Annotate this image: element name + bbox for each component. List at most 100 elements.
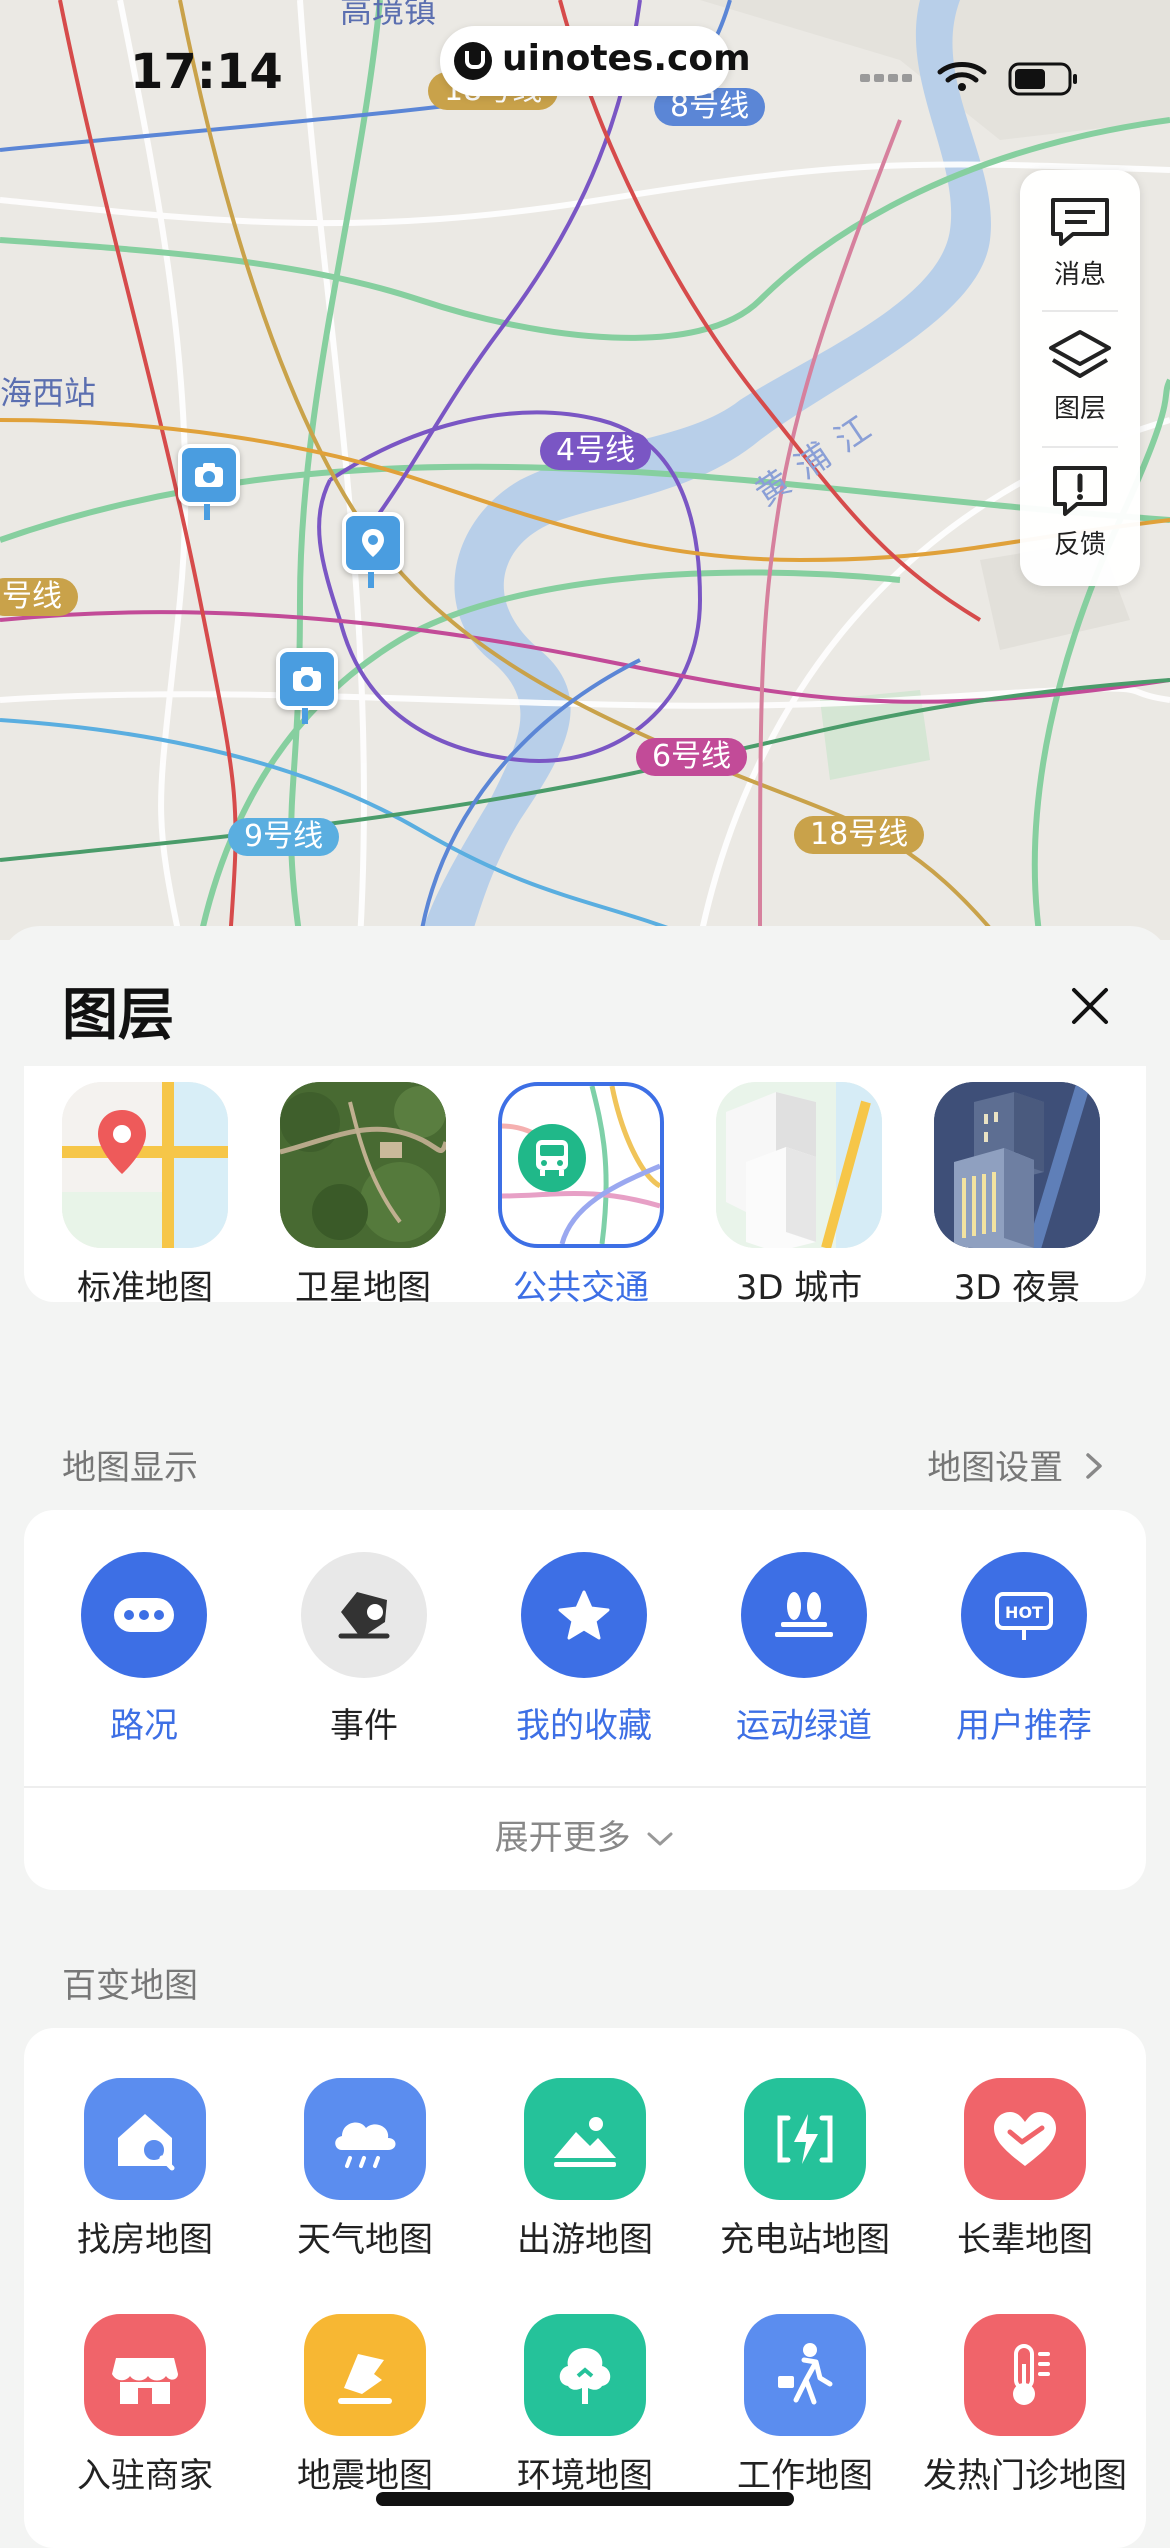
feedback-icon — [1053, 466, 1107, 516]
place-label-gaojing: 高境镇 — [340, 0, 437, 30]
variety-label: 工作地图 — [737, 2456, 873, 2496]
variety-label: 环境地图 — [517, 2456, 653, 2496]
variety-elder[interactable]: 长辈地图 — [920, 2078, 1130, 2261]
metro-line-label: 号线 — [0, 578, 78, 616]
map-type-card: 标准地图 卫星地图 公共交通 3D 城市 3D 夜景 — [24, 1066, 1146, 1308]
earthquake-icon — [304, 2314, 426, 2436]
url-pill[interactable]: uinotes.com — [440, 26, 751, 96]
messages-label: 消息 — [1053, 260, 1106, 290]
event-icon — [301, 1552, 427, 1678]
chevron-right-icon — [1086, 1453, 1102, 1479]
variety-work[interactable]: 工作地图 — [700, 2314, 910, 2497]
variety-label: 出游地图 — [517, 2220, 653, 2260]
public-transit-thumb — [498, 1082, 664, 1248]
variety-label: 充电站地图 — [720, 2220, 890, 2260]
charging-icon — [744, 2078, 866, 2200]
feedback-label: 反馈 — [1053, 530, 1106, 560]
variety-house[interactable]: 找房地图 — [40, 2078, 250, 2261]
variety-store[interactable]: 入驻商家 — [40, 2314, 250, 2497]
greenway-icon — [741, 1552, 867, 1678]
travel-icon — [524, 2078, 646, 2200]
toggle-label: 用户推荐 — [956, 1706, 1092, 1746]
variety-label: 地震地图 — [297, 2456, 433, 2496]
map-type-3d-night[interactable]: 3D 夜景 — [932, 1082, 1102, 1309]
status-time: 17:14 — [130, 44, 283, 100]
svg-text:HOT: HOT — [1005, 1603, 1043, 1622]
metro-line-label: 6号线 — [636, 738, 748, 776]
work-icon — [744, 2314, 866, 2436]
variety-weather[interactable]: 天气地图 — [260, 2078, 470, 2261]
close-button[interactable] — [1060, 976, 1120, 1036]
store-icon — [84, 2314, 206, 2436]
toggle-user-recommend[interactable]: HOT 用户推荐 — [924, 1552, 1124, 1747]
map-type-label: 公共交通 — [513, 1268, 649, 1308]
metro-line-label: 4号线 — [540, 432, 652, 470]
toggle-events[interactable]: 事件 — [264, 1552, 464, 1747]
3d-city-thumb — [716, 1082, 882, 1248]
sheet-title: 图层 — [62, 983, 174, 1048]
map-tools: 消息 图层 反馈 — [1020, 170, 1140, 586]
variety-charging[interactable]: 充电站地图 — [700, 2078, 910, 2261]
variety-label: 长辈地图 — [957, 2220, 1093, 2260]
feedback-button[interactable]: 反馈 — [1020, 450, 1140, 580]
house-search-icon — [84, 2078, 206, 2200]
variety-label: 天气地图 — [297, 2220, 433, 2260]
message-icon — [1051, 198, 1109, 246]
map-view[interactable]: 高境镇 海西站 黄浦江 8号线 4号线 6号线 9号线 18号线 号线 18号线 — [0, 0, 1170, 940]
variety-earthquake[interactable]: 地震地图 — [260, 2314, 470, 2497]
tool-divider — [1042, 310, 1118, 312]
toggle-label: 路况 — [110, 1706, 178, 1746]
satellite-map-thumb — [280, 1082, 446, 1248]
layers-label: 图层 — [1053, 394, 1106, 424]
chevron-down-icon — [647, 1832, 673, 1846]
variety-map-card: 找房地图 天气地图 出游地图 充电站地图 长辈地图 入驻商家 地震地图 环境地图… — [24, 2028, 1146, 2548]
map-type-label: 3D 城市 — [735, 1268, 863, 1308]
layers-button[interactable]: 图层 — [1020, 314, 1140, 444]
tool-divider — [1042, 446, 1118, 448]
map-settings-link[interactable]: 地图设置 — [927, 1440, 1106, 1489]
place-label-station: 海西站 — [0, 374, 97, 412]
3d-night-thumb — [934, 1082, 1100, 1248]
variety-travel[interactable]: 出游地图 — [480, 2078, 690, 2261]
messages-button[interactable]: 消息 — [1020, 180, 1140, 310]
fever-clinic-icon — [964, 2314, 1086, 2436]
url-text: uinotes.com — [502, 38, 751, 79]
metro-line-label: 9号线 — [228, 818, 340, 856]
map-type-satellite[interactable]: 卫星地图 — [278, 1082, 448, 1309]
metro-line-label: 18号线 — [794, 816, 925, 854]
variety-label: 入驻商家 — [77, 2456, 213, 2496]
map-type-label: 标准地图 — [77, 1268, 213, 1308]
traffic-icon — [81, 1552, 207, 1678]
toggle-label: 我的收藏 — [516, 1706, 652, 1746]
hot-icon: HOT — [961, 1552, 1087, 1678]
map-type-label: 3D 夜景 — [953, 1268, 1081, 1308]
camera-pin-icon[interactable] — [276, 648, 338, 724]
environment-icon — [524, 2314, 646, 2436]
battery-icon — [1008, 62, 1077, 96]
map-display-card: 路况 事件 我的收藏 运动绿道 HOT 用户推荐 展开更多 — [24, 1510, 1146, 1890]
map-canvas — [0, 0, 1170, 940]
camera-pin-icon[interactable] — [178, 444, 240, 520]
elder-heart-icon — [964, 2078, 1086, 2200]
layers-sheet: 图层 标准地图 卫星地图 公共交通 3D 城市 3D 夜景 地图显示 地图设置 … — [0, 926, 1170, 2548]
map-type-label: 卫星地图 — [295, 1268, 431, 1308]
toggle-favorites[interactable]: 我的收藏 — [484, 1552, 684, 1747]
toggle-traffic[interactable]: 路况 — [44, 1552, 244, 1747]
variety-fever-clinic[interactable]: 发热门诊地图 — [920, 2314, 1130, 2497]
toggle-label: 运动绿道 — [736, 1706, 872, 1746]
close-icon — [1072, 988, 1108, 1024]
map-type-public-transit[interactable]: 公共交通 — [496, 1082, 666, 1309]
map-settings-label: 地图设置 — [927, 1448, 1064, 1488]
expand-more-button[interactable]: 展开更多 — [24, 1810, 1146, 1859]
layers-icon — [1049, 330, 1111, 378]
location-pin-icon[interactable] — [342, 512, 404, 588]
toggle-label: 事件 — [330, 1706, 398, 1746]
map-type-standard[interactable]: 标准地图 — [60, 1082, 230, 1309]
variety-environment[interactable]: 环境地图 — [480, 2314, 690, 2497]
toggle-greenway[interactable]: 运动绿道 — [704, 1552, 904, 1747]
signal-icon — [860, 74, 912, 82]
home-indicator[interactable] — [376, 2492, 794, 2506]
variety-label: 找房地图 — [77, 2220, 213, 2260]
display-section-title: 地图显示 — [62, 1448, 198, 1488]
map-type-3d-city[interactable]: 3D 城市 — [714, 1082, 884, 1309]
